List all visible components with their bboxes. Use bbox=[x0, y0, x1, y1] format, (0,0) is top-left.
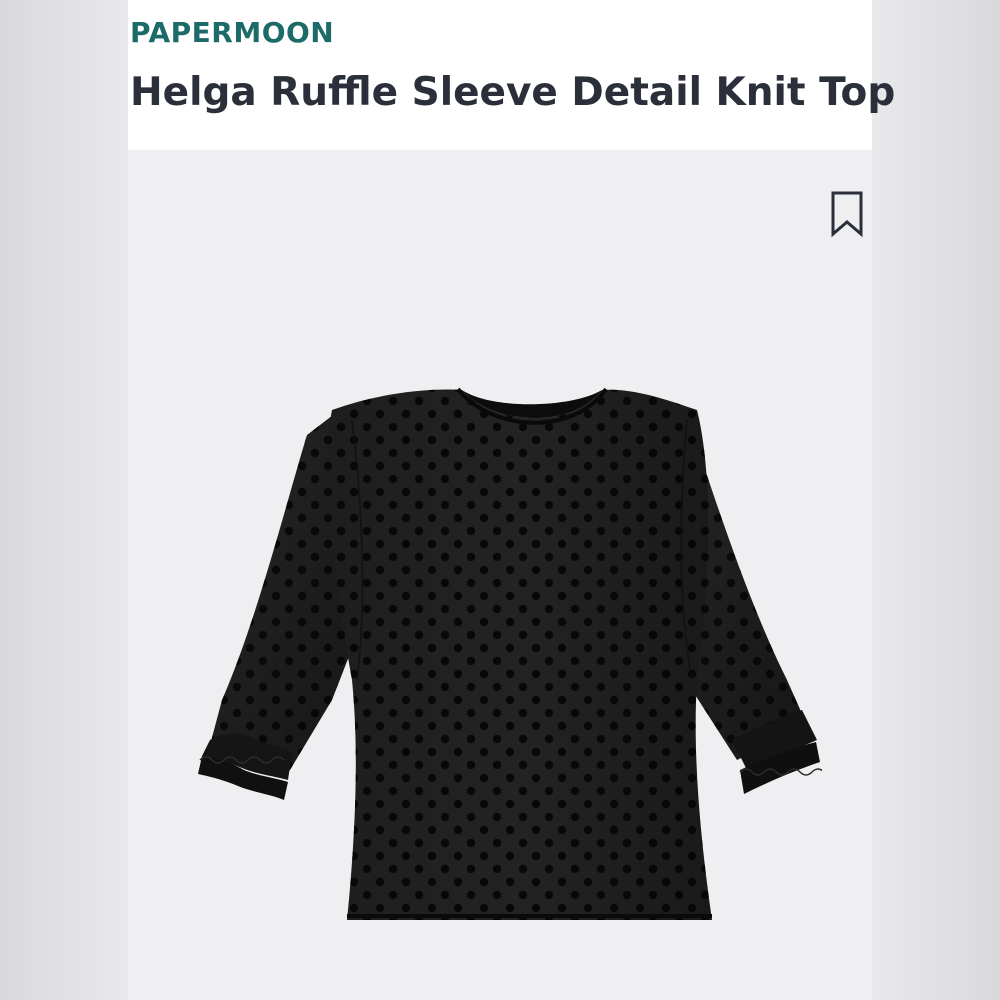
product-title: Helga Ruffle Sleeve Detail Knit Top bbox=[130, 70, 896, 115]
product-header: PAPERMOON Helga Ruffle Sleeve Detail Kni… bbox=[128, 0, 895, 150]
top-body bbox=[328, 387, 712, 920]
product-image[interactable] bbox=[192, 380, 822, 940]
bookmark-icon[interactable] bbox=[830, 190, 864, 238]
brand-name[interactable]: PAPERMOON bbox=[130, 16, 334, 49]
product-card: PAPERMOON Helga Ruffle Sleeve Detail Kni… bbox=[128, 0, 895, 1000]
